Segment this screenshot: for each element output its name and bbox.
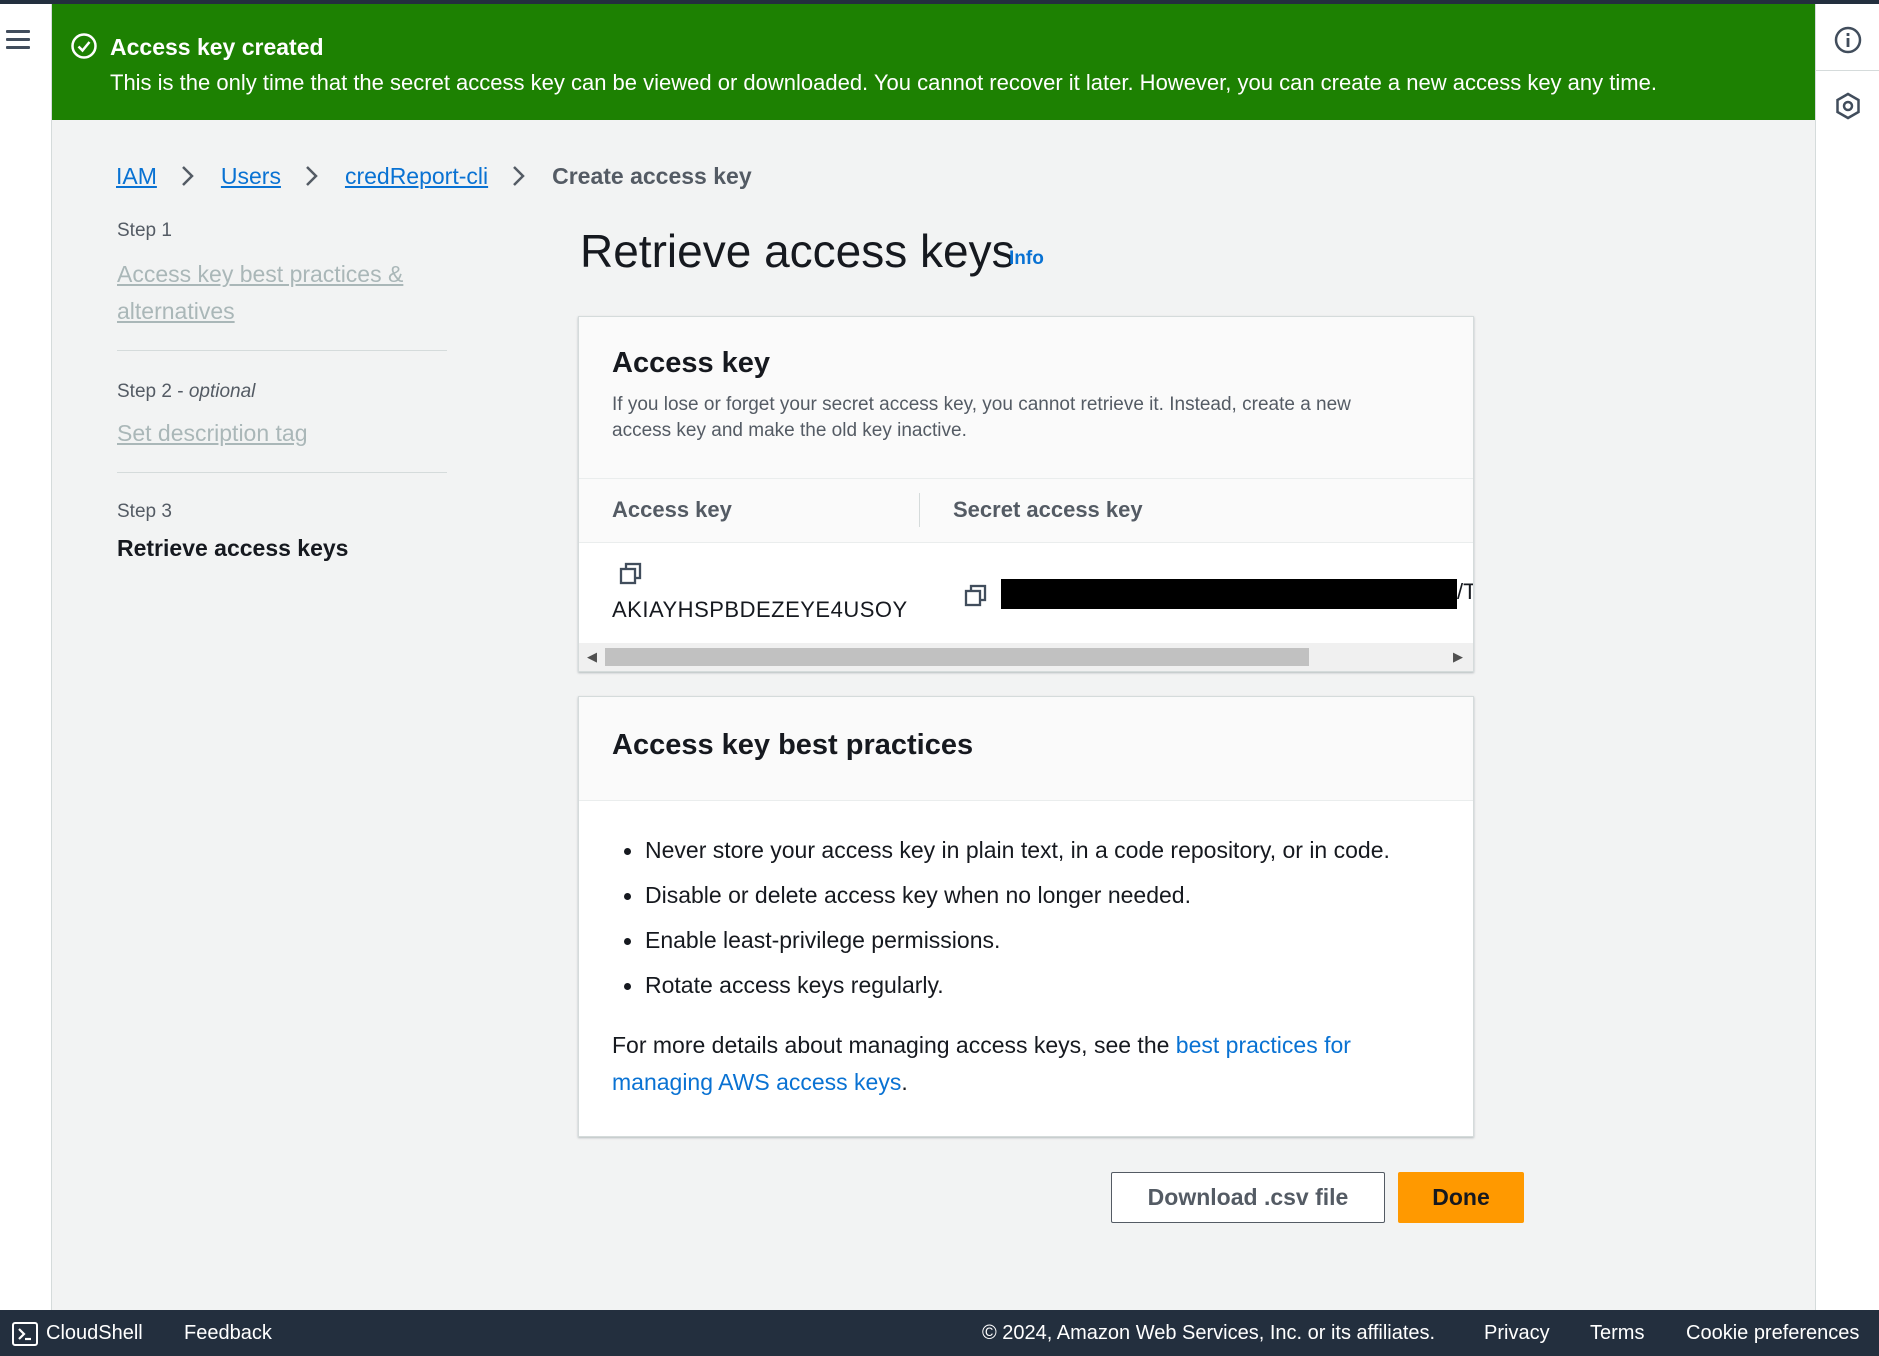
breadcrumb-user[interactable]: credReport-cli — [345, 163, 488, 190]
list-item: Never store your access key in plain tex… — [612, 837, 1390, 882]
footer-terms[interactable]: Terms — [1590, 1322, 1644, 1345]
check-circle-icon — [71, 33, 97, 59]
step-2-label: Step 2 - optional — [117, 381, 256, 402]
access-key-card-title: Access key — [612, 347, 771, 379]
access-key-card: Access key If you lose or forget your se… — [578, 316, 1474, 672]
wizard-steps: Step 1 Access key best practices & alter… — [117, 220, 447, 562]
footer-feedback[interactable]: Feedback — [184, 1322, 272, 1345]
step-1: Step 1 Access key best practices & alter… — [117, 220, 447, 330]
step-2-link[interactable]: Set description tag — [117, 420, 308, 446]
copy-access-key-icon[interactable] — [618, 561, 644, 587]
step-3: Step 3 Retrieve access keys — [117, 501, 447, 562]
flash-title: Access key created — [110, 34, 324, 60]
step-divider — [117, 472, 447, 473]
best-practices-card-header: Access key best practices — [579, 697, 1473, 801]
breadcrumb-users[interactable]: Users — [221, 163, 281, 190]
left-navigation-rail — [0, 4, 52, 1310]
rail-divider — [1816, 70, 1879, 71]
info-circle-icon[interactable] — [1832, 24, 1864, 56]
main-content: IAM Users credReport-cli Create access k… — [52, 120, 1815, 1310]
scroll-right-arrow-icon[interactable]: ▶ — [1453, 649, 1463, 665]
settings-hex-icon[interactable] — [1832, 90, 1864, 122]
chevron-right-icon — [182, 166, 194, 186]
secret-key-visible-tail: /T — [1457, 579, 1473, 604]
column-access-key: Access key — [612, 497, 732, 522]
list-item: Disable or delete access key when no lon… — [612, 882, 1390, 927]
secret-key-redaction — [1001, 579, 1457, 609]
access-key-card-header: Access key If you lose or forget your se… — [579, 317, 1473, 479]
step-3-label: Step 3 — [117, 501, 172, 522]
console-footer: CloudShell Feedback © 2024, Amazon Web S… — [0, 1310, 1879, 1356]
success-flash-banner: Access key created This is the only time… — [52, 4, 1815, 120]
step-3-current: Retrieve access keys — [117, 535, 349, 561]
chevron-right-icon — [306, 166, 318, 186]
breadcrumb: IAM Users credReport-cli Create access k… — [116, 156, 752, 196]
step-2: Step 2 - optional Set description tag — [117, 381, 447, 452]
step-1-label: Step 1 — [117, 220, 172, 241]
step-divider — [117, 350, 447, 351]
step-2-optional: optional — [188, 381, 256, 402]
menu-icon[interactable] — [6, 30, 32, 52]
footer-copyright: © 2024, Amazon Web Services, Inc. or its… — [982, 1322, 1436, 1344]
column-divider — [919, 493, 920, 527]
footer-cloudshell[interactable]: CloudShell — [46, 1322, 143, 1345]
best-practices-title: Access key best practices — [612, 729, 974, 761]
download-csv-button[interactable]: Download .csv file — [1111, 1172, 1385, 1223]
chevron-right-icon — [513, 166, 525, 186]
column-secret-access-key: Secret access key — [953, 497, 1143, 522]
horizontal-scrollbar[interactable]: ◀ ▶ — [579, 643, 1473, 671]
access-key-card-description: If you lose or forget your secret access… — [612, 394, 1351, 441]
cloudshell-icon[interactable] — [12, 1322, 38, 1346]
scroll-left-arrow-icon[interactable]: ◀ — [587, 649, 597, 665]
access-key-value: AKIAYHSPBDEZEYE4USOY — [612, 597, 908, 622]
keys-table-header: Access key Secret access key — [579, 479, 1473, 543]
best-practices-list: Never store your access key in plain tex… — [612, 837, 1390, 1017]
step-1-link[interactable]: Access key best practices & alternatives — [117, 261, 403, 324]
scrollbar-thumb[interactable] — [605, 648, 1309, 666]
right-tools-rail — [1815, 4, 1879, 1310]
list-item: Rotate access keys regularly. — [612, 972, 1390, 1017]
footer-privacy[interactable]: Privacy — [1484, 1322, 1550, 1345]
copy-secret-key-icon[interactable] — [963, 583, 989, 609]
best-practices-note: For more details about managing access k… — [612, 1032, 1351, 1095]
footer-cookie-preferences[interactable]: Cookie preferences — [1686, 1322, 1859, 1345]
flash-message: This is the only time that the secret ac… — [110, 70, 1657, 95]
info-link[interactable]: Info — [1009, 248, 1044, 270]
breadcrumb-current: Create access key — [552, 162, 752, 189]
page-title: Retrieve access keys — [580, 225, 1015, 277]
best-practices-card: Access key best practices Never store yo… — [578, 696, 1474, 1137]
done-button[interactable]: Done — [1398, 1172, 1524, 1223]
list-item: Enable least-privilege permissions. — [612, 927, 1390, 972]
breadcrumb-iam[interactable]: IAM — [116, 163, 157, 190]
